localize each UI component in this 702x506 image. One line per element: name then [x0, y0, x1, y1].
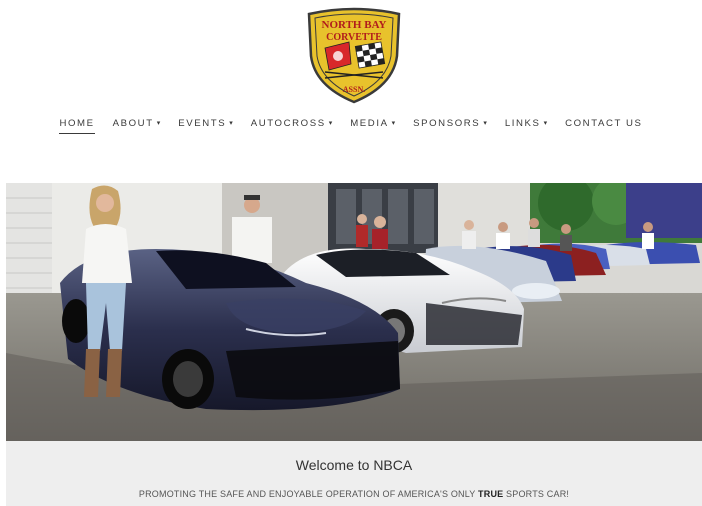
chevron-down-icon: ▾: [229, 120, 233, 127]
tagline-text: PROMOTING THE SAFE AND ENJOYABLE OPERATI…: [138, 489, 479, 499]
nav-sponsors-label: SPONSORS: [413, 117, 481, 129]
welcome-tagline: PROMOTING THE SAFE AND ENJOYABLE OPERATI…: [6, 489, 702, 499]
logo-line2: CORVETTE: [326, 32, 382, 43]
nav-links[interactable]: LINKS ▾: [496, 114, 556, 132]
hero-image: [6, 183, 702, 441]
nav-sponsors[interactable]: SPONSORS ▾: [404, 114, 496, 132]
nav-contact-label: CONTACT US: [565, 117, 643, 129]
nav-events[interactable]: EVENTS ▾: [169, 114, 242, 132]
tagline-end: SPORTS CAR!: [503, 489, 570, 499]
main-nav: HOME ABOUT ▾ EVENTS ▾ AUTOCROSS ▾ MEDIA ▾ SP…: [0, 114, 702, 134]
checkered-flag-icon: [354, 41, 386, 69]
welcome-title: Welcome to NBCA: [295, 457, 413, 473]
welcome-section: Welcome to NBCA PROMOTING THE SAFE AND E…: [6, 441, 702, 506]
site-logo[interactable]: NORTH BAY CORVETTE ASSN.: [303, 6, 405, 104]
nav-home-label: HOME: [59, 117, 95, 129]
nav-contact-us[interactable]: CONTACT US: [556, 114, 651, 132]
chevron-down-icon: ▾: [483, 120, 487, 127]
logo-line3: ASSN.: [343, 85, 365, 94]
chevron-down-icon: ▾: [391, 120, 396, 127]
nav-about[interactable]: ABOUT ▾: [104, 114, 170, 132]
nav-media-label: MEDIA: [350, 117, 389, 129]
nav-about-label: ABOUT: [112, 117, 154, 129]
nav-events-label: EVENTS: [178, 117, 227, 129]
nav-links-label: LINKS: [504, 117, 541, 129]
tagline-emphasis: TRUE: [478, 489, 504, 499]
nav-home[interactable]: HOME: [50, 114, 103, 134]
chevron-down-icon: ▾: [543, 120, 548, 127]
chevron-down-icon: ▾: [328, 120, 333, 127]
nav-autocross[interactable]: AUTOCROSS ▾: [242, 114, 342, 132]
nav-autocross-label: AUTOCROSS: [250, 117, 326, 129]
chevron-down-icon: ▾: [156, 120, 161, 127]
nbca-shield-logo: NORTH BAY CORVETTE ASSN.: [307, 7, 401, 104]
logo-line1: NORTH BAY: [322, 19, 387, 31]
nav-media[interactable]: MEDIA ▾: [341, 114, 404, 132]
corvette-lineup-photo: [6, 183, 702, 441]
